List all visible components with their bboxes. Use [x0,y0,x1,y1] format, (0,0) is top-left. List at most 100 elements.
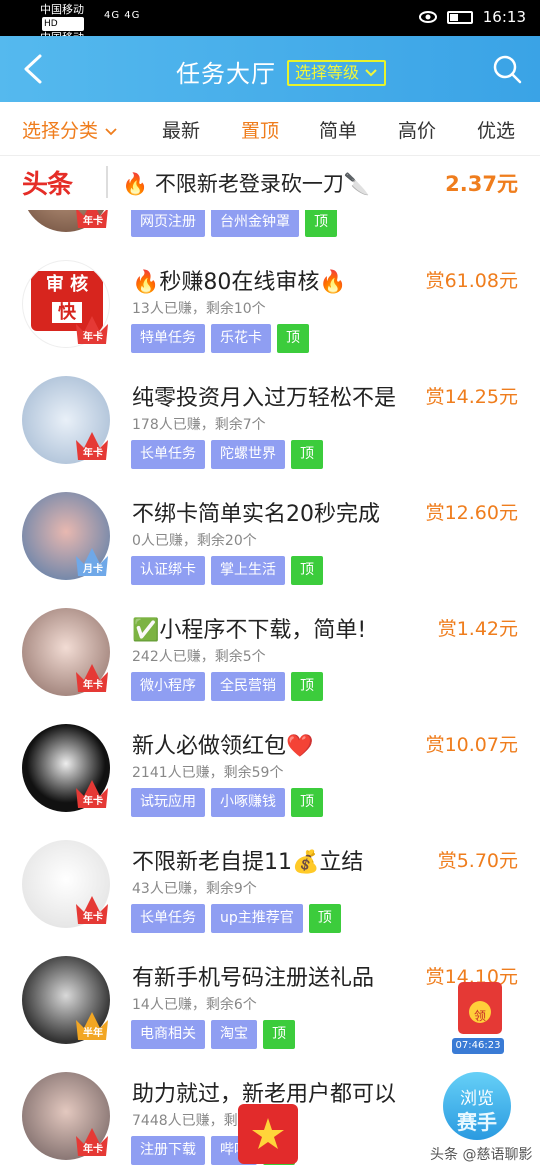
tag[interactable]: 掌上生活 [211,556,285,585]
badge-label: 年卡 [83,680,103,691]
watermark: 头条 @慈语聊影 [430,1147,533,1163]
search-icon[interactable] [492,54,522,84]
header-bar: 任务大厅 选择等级 [0,36,540,102]
tab-newest[interactable]: 最新 [162,116,200,143]
pinned-tag[interactable]: 顶 [263,1020,295,1049]
task-item-partial[interactable]: 年卡 网页注册 台州金钟罩 顶 [0,210,540,252]
tab-high-price[interactable]: 高价 [398,116,436,143]
tag-row: 长单任务 up主推荐官 顶 [131,904,341,933]
task-item[interactable]: 年卡 ✅小程序不下载，简单! 赏1.42元 242人已赚，剩余5个 微小程序 全… [0,600,540,716]
task-item[interactable]: 月卡 不绑卡简单实名20秒完成 赏12.60元 0人已赚，剩余20个 认证绑卡 … [0,484,540,600]
task-item[interactable]: 审 核快 年卡 🔥秒赚80在线审核🔥 赏61.08元 13人已赚，剩余10个 特… [0,252,540,368]
task-stats: 2141人已赚，剩余59个 [132,765,284,781]
page-title: 任务大厅 [176,60,276,88]
tag[interactable]: 淘宝 [211,1020,257,1049]
tab-preferred[interactable]: 优选 [477,116,515,143]
hd-badge: HD [42,17,84,31]
tag-row: 网页注册 台州金钟罩 顶 [131,210,337,237]
task-item[interactable]: 年卡 不限新老自提11💰立结 赏5.70元 43人已赚，剩余9个 长单任务 up… [0,832,540,948]
pinned-tag[interactable]: 顶 [305,210,337,237]
tag-row: 试玩应用 小啄赚钱 顶 [131,788,323,817]
tag[interactable]: 试玩应用 [131,788,205,817]
signal-text: 4G 4G [104,10,141,21]
banner-price: 2.37元 [445,172,518,196]
banner-divider [106,166,108,198]
level-select[interactable]: 选择等级 [287,60,387,86]
tag[interactable]: 认证绑卡 [131,556,205,585]
task-reward: 赏1.42元 [437,618,518,640]
tag-row: 电商相关 淘宝 顶 [131,1020,295,1049]
eye-icon [418,11,437,23]
browse-sublabel: 赛手 [457,1110,497,1134]
tag[interactable]: up主推荐官 [211,904,303,933]
app-badge-icon[interactable] [238,1104,298,1164]
tab-category[interactable]: 选择分类 [22,116,118,143]
tag[interactable]: 注册下载 [131,1136,205,1165]
pinned-tag[interactable]: 顶 [308,904,341,933]
task-reward: 赏12.60元 [425,502,518,524]
level-select-label: 选择等级 [295,63,360,82]
tab-category-label: 选择分类 [22,120,99,142]
tag[interactable]: 特单任务 [131,324,205,353]
pinned-tag[interactable]: 顶 [291,556,323,585]
task-stats: 14人已赚，剩余6个 [132,997,257,1013]
tag[interactable]: 长单任务 [131,440,205,469]
pinned-tag[interactable]: 顶 [291,440,323,469]
pinned-tag[interactable]: 顶 [277,324,309,353]
tab-pinned[interactable]: 置顶 [241,116,279,143]
task-reward: 赏61.08元 [425,270,518,292]
tag-row: 特单任务 乐花卡 顶 [131,324,309,353]
filter-tabs: 选择分类 最新 置顶 简单 高价 优选 [0,102,540,156]
task-title: 纯零投资月入过万轻松不是 [132,386,397,411]
promo-banner[interactable]: 头条 🔥 不限新老登录砍一刀🔪 2.37元 [0,156,540,210]
tag[interactable]: 全民营销 [211,672,285,701]
toutiao-logo: 头条 [22,170,73,200]
tag-row: 认证绑卡 掌上生活 顶 [131,556,323,585]
countdown-timer: 07:46:23 [452,1038,504,1054]
task-reward: 赏5.70元 [437,850,518,872]
task-item[interactable]: 年卡 纯零投资月入过万轻松不是 赏14.25元 178人已赚，剩余7个 长单任务… [0,368,540,484]
pinned-tag[interactable]: 顶 [291,672,323,701]
carrier-1: 中国移动 [40,3,84,16]
task-reward: 赏14.25元 [425,386,518,408]
task-title: 不绑卡简单实名20秒完成 [132,502,380,527]
task-title: 新人必做领红包❤️ [132,734,314,759]
badge-label: 年卡 [83,332,103,343]
browse-float-button[interactable]: 浏览 赛手 [443,1072,511,1140]
badge-label: 月卡 [83,564,103,575]
star-icon [252,1118,284,1149]
task-title: 有新手机号码注册送礼品 [132,966,375,991]
tag[interactable]: 电商相关 [131,1020,205,1049]
battery-icon [446,10,473,24]
chevron-down-icon [105,128,117,136]
task-title: 不限新老自提11💰立结 [132,850,364,875]
tag-row: 长单任务 陀螺世界 顶 [131,440,323,469]
task-title: ✅小程序不下载，简单! [132,618,367,643]
red-packet-label: 领 [473,1009,486,1023]
tag[interactable]: 台州金钟罩 [211,210,299,237]
badge-label: 年卡 [83,448,103,459]
tag[interactable]: 陀螺世界 [211,440,285,469]
status-bar: 中国移动HD 中国移动HD 4G 4G 16:13 [0,0,540,59]
tag[interactable]: 小啄赚钱 [211,788,285,817]
tab-simple[interactable]: 简单 [319,116,357,143]
pinned-tag[interactable]: 顶 [291,788,323,817]
back-arrow-icon[interactable] [20,52,50,86]
task-stats: 242人已赚，剩余5个 [132,649,266,665]
badge-label: 年卡 [83,1144,103,1155]
badge-label: 年卡 [83,216,103,227]
chevron-down-icon [365,69,377,77]
task-item[interactable]: 年卡 新人必做领红包❤️ 赏10.07元 2141人已赚，剩余59个 试玩应用 … [0,716,540,832]
banner-text: 🔥 不限新老登录砍一刀🔪 [122,172,370,196]
task-reward: 赏10.07元 [425,734,518,756]
tag[interactable]: 微小程序 [131,672,205,701]
task-title: 🔥秒赚80在线审核🔥 [132,270,347,295]
tag[interactable]: 乐花卡 [211,324,271,353]
badge-label: 年卡 [83,796,103,807]
tag[interactable]: 长单任务 [131,904,205,933]
task-stats: 0人已赚，剩余20个 [132,533,257,549]
tag[interactable]: 网页注册 [131,210,205,237]
task-stats: 13人已赚，剩余10个 [132,301,266,317]
task-stats: 178人已赚，剩余7个 [132,417,266,433]
status-right: 16:13 [418,8,526,26]
